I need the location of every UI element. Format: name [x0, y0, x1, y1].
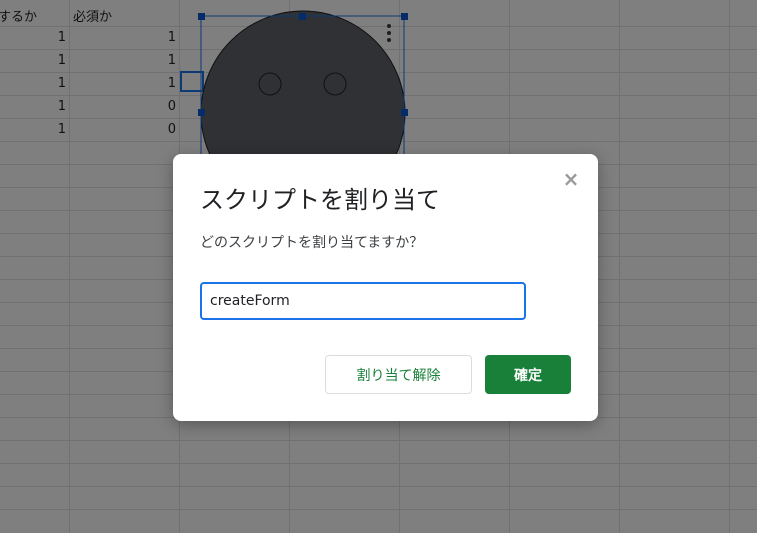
unassign-button[interactable]: 割り当て解除: [325, 355, 472, 394]
confirm-button[interactable]: 確定: [485, 355, 571, 394]
dialog-question: どのスクリプトを割り当てますか？: [200, 235, 424, 251]
close-icon[interactable]: ×: [562, 169, 580, 189]
dialog-title: スクリプトを割り当て: [200, 186, 440, 214]
script-name-input[interactable]: [200, 282, 526, 320]
assign-script-dialog: スクリプトを割り当て × どのスクリプトを割り当てますか？ 割り当て解除 確定: [173, 154, 598, 421]
